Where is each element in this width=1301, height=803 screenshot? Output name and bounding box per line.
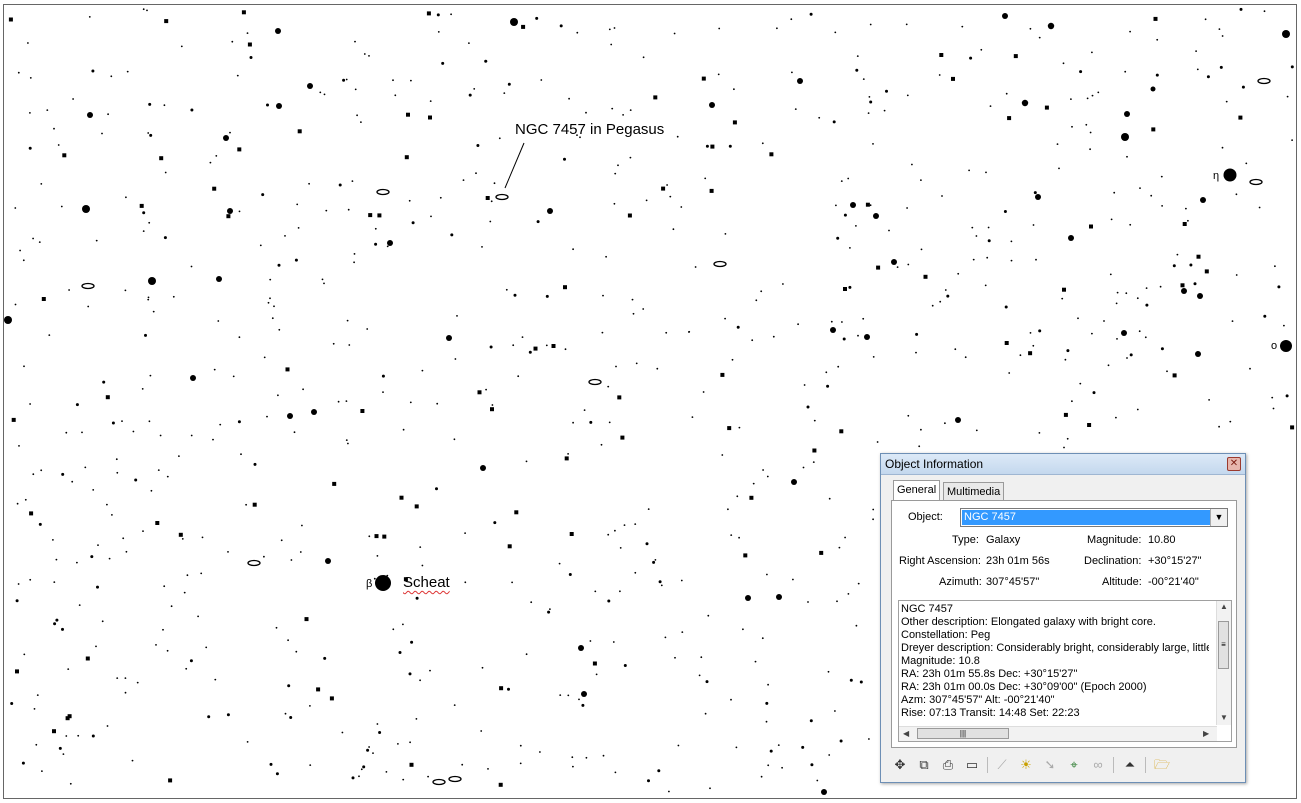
altitude-value: -00°21'40" bbox=[1148, 576, 1199, 588]
description-text: NGC 7457 Other description: Elongated ga… bbox=[901, 603, 1209, 721]
magnitude-value: 10.80 bbox=[1148, 534, 1176, 546]
vertical-scrollbar[interactable]: ▲ ≡ ▼ bbox=[1216, 601, 1231, 725]
object-select-value: NGC 7457 bbox=[962, 510, 1212, 525]
description-line: RA: 23h 01m 00.0s Dec: +30°09'00" (Epoch… bbox=[901, 681, 1147, 693]
toolbar-separator bbox=[1145, 757, 1146, 773]
object-label: Object: bbox=[908, 511, 943, 523]
copy-icon[interactable]: ⧉ bbox=[915, 756, 933, 774]
ra-label: Right Ascension: bbox=[899, 555, 981, 567]
azimuth-value: 307°45'57" bbox=[986, 576, 1040, 588]
chevron-down-icon[interactable]: ▼ bbox=[1210, 509, 1227, 526]
beta-label: β bbox=[366, 578, 373, 590]
dialog-title: Object Information bbox=[885, 457, 984, 471]
ra-value: 23h 01m 56s bbox=[986, 555, 1050, 567]
finder-icon[interactable]: ⌖ bbox=[1065, 756, 1083, 774]
description-line: NGC 7457 bbox=[901, 603, 953, 615]
collapse-icon[interactable]: ⏶ bbox=[1121, 756, 1139, 774]
ngc-7457-label: NGC 7457 in Pegasus bbox=[515, 121, 665, 138]
vertical-scroll-thumb[interactable]: ≡ bbox=[1218, 621, 1229, 669]
toolbar-separator bbox=[987, 757, 988, 773]
close-icon[interactable]: ✕ bbox=[1227, 457, 1241, 471]
scroll-up-icon[interactable]: ▲ bbox=[1220, 602, 1228, 611]
description-line: Azm: 307°45'57" Alt: -00°21'40" bbox=[901, 694, 1055, 706]
scheat-label: Scheat bbox=[403, 574, 450, 591]
landscape-icon[interactable]: ☀ bbox=[1017, 756, 1035, 774]
dialog-titlebar[interactable]: Object Information ✕ bbox=[881, 454, 1245, 475]
slew-icon[interactable]: ➘ bbox=[1041, 756, 1059, 774]
scroll-down-icon[interactable]: ▼ bbox=[1220, 713, 1228, 722]
description-line: Magnitude: 10.8 bbox=[901, 655, 980, 667]
description-line: Dreyer description: Considerably bright,… bbox=[901, 642, 1209, 654]
print-icon[interactable]: ⎙ bbox=[939, 756, 957, 774]
altitude-label: Altitude: bbox=[1102, 576, 1142, 588]
magnitude-label: Magnitude: bbox=[1087, 534, 1142, 546]
horizontal-scrollbar[interactable]: ◀ ||| ▶ bbox=[899, 726, 1217, 741]
toolbar-separator bbox=[1113, 757, 1114, 773]
description-line: Constellation: Peg bbox=[901, 629, 991, 641]
scroll-left-icon[interactable]: ◀ bbox=[903, 729, 909, 738]
type-label: Type: bbox=[952, 534, 979, 546]
scroll-right-icon[interactable]: ▶ bbox=[1203, 729, 1209, 738]
object-select[interactable]: NGC 7457 ▼ bbox=[960, 508, 1228, 527]
description-line: Rise: 07:13 Transit: 14:48 Set: 22:23 bbox=[901, 707, 1080, 719]
description-line: RA: 23h 01m 55.8s Dec: +30°15'27" bbox=[901, 668, 1078, 680]
declination-value: +30°15'27" bbox=[1148, 555, 1202, 567]
object-information-dialog: Object Information ✕ General Multimedia … bbox=[880, 453, 1246, 783]
description-line: Other description: Elongated galaxy with… bbox=[901, 616, 1156, 628]
link-icon[interactable]: ∞ bbox=[1089, 756, 1107, 774]
description-textbox[interactable]: NGC 7457 Other description: Elongated ga… bbox=[898, 600, 1232, 742]
horizontal-scroll-thumb[interactable]: ||| bbox=[917, 728, 1009, 739]
dialog-toolbar: ✥ ⧉ ⎙ ▭ ⟋ ☀ ➘ ⌖ ∞ ⏶ 🗁 bbox=[889, 754, 1239, 778]
azimuth-label: Azimuth: bbox=[939, 576, 982, 588]
open-folder-icon[interactable]: 🗁 bbox=[1153, 756, 1171, 774]
telescope-icon[interactable]: ⟋ bbox=[993, 756, 1011, 774]
eta-label: η bbox=[1213, 170, 1220, 182]
declination-label: Declination: bbox=[1084, 555, 1142, 567]
general-panel: Object: NGC 7457 ▼ Type: Galaxy Magnitud… bbox=[891, 500, 1237, 748]
center-icon[interactable]: ✥ bbox=[891, 756, 909, 774]
book-icon[interactable]: ▭ bbox=[963, 756, 981, 774]
omicron-label: o bbox=[1271, 340, 1278, 352]
tab-general[interactable]: General bbox=[893, 480, 941, 501]
type-value: Galaxy bbox=[986, 534, 1021, 546]
tab-multimedia[interactable]: Multimedia bbox=[943, 482, 1005, 501]
